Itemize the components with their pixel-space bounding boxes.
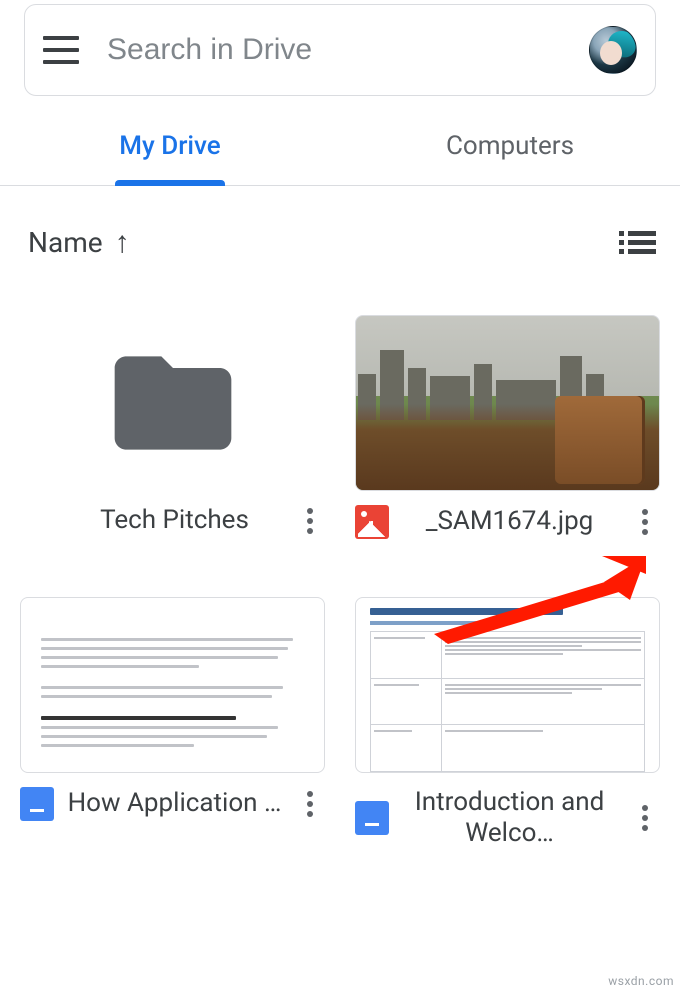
- tab-bar: My Drive Computers: [0, 106, 680, 186]
- grid-item-folder[interactable]: Tech Pitches: [20, 315, 325, 567]
- sort-row: Name ↑: [0, 186, 680, 275]
- gdoc-file-icon: [355, 801, 389, 835]
- image-thumbnail: [355, 315, 660, 491]
- file-grid: Tech Pitches _SAM1674.jpg: [0, 275, 680, 877]
- menu-icon[interactable]: [43, 36, 79, 64]
- item-label: How Application …: [62, 788, 287, 819]
- arrow-up-icon: ↑: [115, 228, 130, 258]
- grid-item-image[interactable]: _SAM1674.jpg: [355, 315, 660, 567]
- grid-item-doc[interactable]: How Application …: [20, 597, 325, 877]
- doc-thumbnail: [355, 597, 660, 773]
- search-bar: [24, 4, 656, 96]
- list-view-icon[interactable]: [619, 231, 656, 254]
- more-icon[interactable]: [295, 508, 325, 534]
- grid-item-doc[interactable]: Introduction and Welco…: [355, 597, 660, 877]
- folder-icon: [20, 315, 325, 491]
- image-file-icon: [355, 505, 389, 539]
- more-icon[interactable]: [630, 509, 660, 535]
- item-label: _SAM1674.jpg: [397, 506, 622, 537]
- gdoc-file-icon: [20, 787, 54, 821]
- more-icon[interactable]: [295, 791, 325, 817]
- item-label: Tech Pitches: [62, 505, 287, 536]
- sort-label: Name: [28, 226, 103, 259]
- more-icon[interactable]: [630, 805, 660, 831]
- tab-computers[interactable]: Computers: [340, 106, 680, 185]
- search-input[interactable]: [107, 33, 561, 67]
- doc-thumbnail: [20, 597, 325, 773]
- avatar[interactable]: [589, 26, 637, 74]
- sort-button[interactable]: Name ↑: [28, 226, 130, 259]
- watermark: wsxdn.com: [608, 974, 674, 988]
- item-label: Introduction and Welco…: [397, 787, 622, 849]
- tab-my-drive[interactable]: My Drive: [0, 106, 340, 185]
